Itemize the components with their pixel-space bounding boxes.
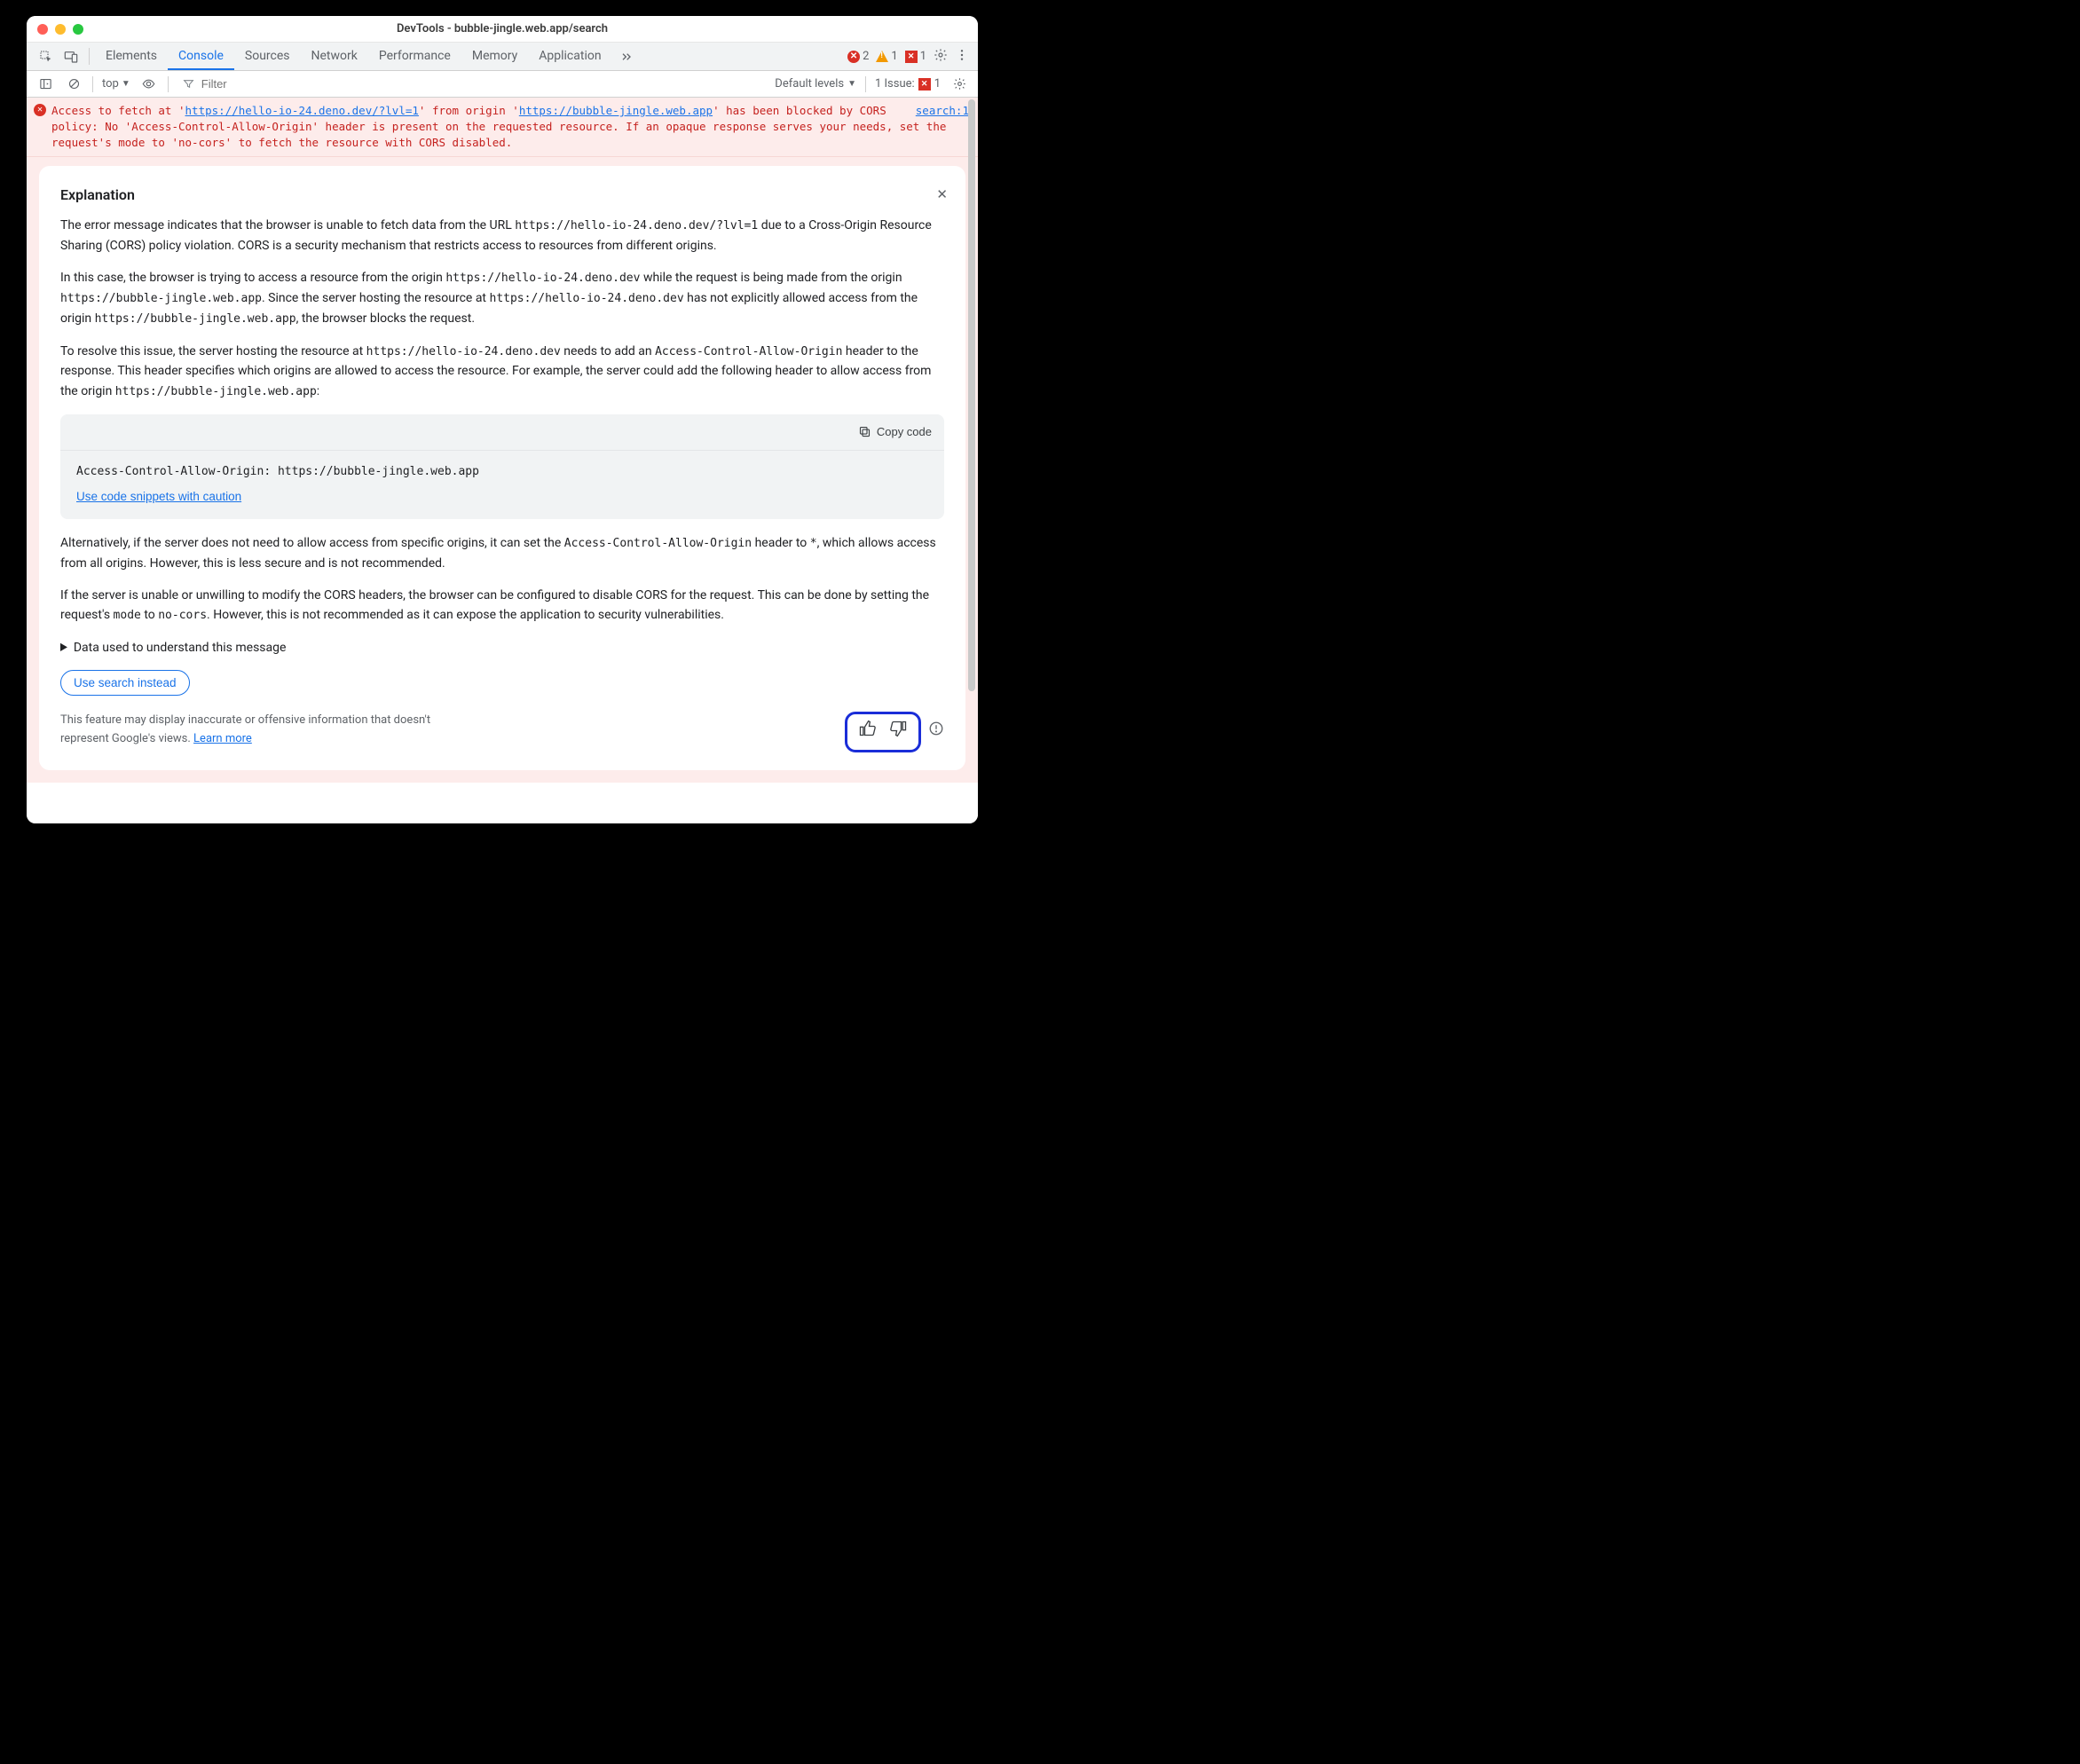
filter-input[interactable] (200, 76, 342, 91)
use-search-button[interactable]: Use search instead (60, 670, 190, 696)
learn-more-link[interactable]: Learn more (193, 732, 252, 745)
tab-application[interactable]: Application (528, 43, 611, 70)
explanation-p1: The error message indicates that the bro… (60, 216, 944, 256)
explanation-p2: In this case, the browser is trying to a… (60, 268, 944, 328)
panel-tabs: Elements Console Sources Network Perform… (27, 43, 978, 71)
details-summary[interactable]: Data used to understand this message (60, 638, 944, 658)
levels-selector[interactable]: Default levels▼ (775, 77, 856, 91)
error-url-1[interactable]: https://hello-io-24.deno.dev/?lvl=1 (185, 104, 419, 117)
tab-memory[interactable]: Memory (461, 43, 528, 70)
copy-code-button[interactable]: Copy code (60, 414, 944, 452)
live-expression-icon[interactable] (139, 75, 159, 94)
tab-elements[interactable]: Elements (95, 43, 168, 70)
explanation-p4: Alternatively, if the server does not ne… (60, 533, 944, 573)
device-toolbar-icon[interactable] (59, 43, 83, 70)
source-link[interactable]: search:1 (916, 103, 969, 119)
explanation-title: Explanation (60, 184, 944, 207)
disclaimer: This feature may display inaccurate or o… (60, 712, 442, 749)
error-count[interactable]: ✕2 (847, 50, 869, 63)
error-url-2[interactable]: https://bubble-jingle.web.app (519, 104, 713, 117)
code-content: Access-Control-Allow-Origin: https://bub… (60, 451, 944, 487)
thumbs-down-icon[interactable] (890, 720, 908, 744)
tab-network[interactable]: Network (301, 43, 368, 70)
thumbs-up-icon[interactable] (858, 720, 876, 744)
error-message[interactable]: ✕ search:1 Access to fetch at 'https://h… (27, 98, 978, 157)
devtools-window: DevTools - bubble-jingle.web.app/search … (27, 16, 978, 823)
tab-sources[interactable]: Sources (234, 43, 301, 70)
console-toolbar: top▼ Default levels▼ 1 Issue: ✕ 1 (27, 71, 978, 98)
clear-console-icon[interactable] (64, 75, 83, 94)
report-icon[interactable] (928, 721, 944, 744)
issue-count[interactable]: ✕1 (905, 50, 926, 63)
more-tabs-icon[interactable] (612, 43, 641, 70)
console-content: ✕ search:1 Access to fetch at 'https://h… (27, 98, 978, 823)
data-used-details[interactable]: Data used to understand this message (60, 638, 944, 658)
explanation-p3: To resolve this issue, the server hostin… (60, 342, 944, 402)
toggle-sidebar-icon[interactable] (35, 75, 55, 94)
tab-performance[interactable]: Performance (368, 43, 461, 70)
error-icon: ✕ (34, 104, 46, 116)
inspect-element-icon[interactable] (34, 43, 59, 70)
tab-console[interactable]: Console (168, 43, 234, 70)
feedback-buttons (845, 712, 921, 752)
filter-field[interactable] (183, 76, 342, 91)
titlebar: DevTools - bubble-jingle.web.app/search (27, 16, 978, 43)
window-title: DevTools - bubble-jingle.web.app/search (27, 22, 978, 35)
issues-link[interactable]: 1 Issue: ✕ 1 (875, 77, 941, 91)
explanation-card: ✕ Explanation The error message indicate… (39, 166, 965, 770)
console-settings-icon[interactable] (949, 75, 969, 94)
more-options-icon[interactable] (955, 48, 969, 66)
caution-link[interactable]: Use code snippets with caution (76, 490, 241, 503)
explanation-wrap: ✕ Explanation The error message indicate… (27, 157, 978, 783)
code-block: Copy code Access-Control-Allow-Origin: h… (60, 414, 944, 519)
settings-icon[interactable] (934, 48, 948, 66)
scrollbar[interactable] (967, 99, 976, 822)
explanation-p5: If the server is unable or unwilling to … (60, 586, 944, 626)
scrollbar-thumb[interactable] (968, 99, 975, 691)
warning-count[interactable]: 1 (876, 50, 897, 63)
context-selector[interactable]: top▼ (102, 77, 130, 91)
close-icon[interactable]: ✕ (936, 184, 948, 205)
